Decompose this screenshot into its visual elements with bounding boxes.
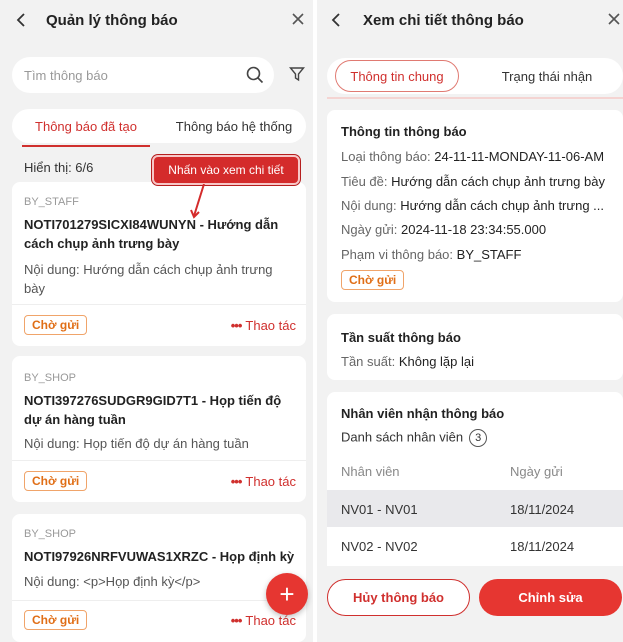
search-input[interactable]: Tìm thông báo (12, 57, 274, 93)
tab-divider (327, 97, 623, 99)
status-badge: Chờ gửi (341, 270, 405, 290)
frequency-heading: Tần suất thông báo (341, 330, 461, 345)
edit-button[interactable]: Chỉnh sửa (479, 579, 622, 616)
info-title-row: Tiêu đề: Hướng dẫn cách chụp ảnh trưng b… (341, 174, 615, 189)
scope-label: Phạm vi thông báo: (341, 247, 454, 262)
action-label: Thao tác (245, 613, 296, 628)
recipients-section: Nhân viên nhận thông báo Danh sách nhân … (327, 392, 623, 452)
scope-value: BY_STAFF (456, 247, 522, 262)
notification-card[interactable]: BY_SHOP NOTI97926NRFVUWAS1XRZC - Họp địn… (12, 514, 306, 642)
card-type: BY_STAFF (24, 196, 79, 208)
card-content: Nội dung: <p>Họp định kỳ</p> (24, 574, 201, 589)
divider (12, 304, 306, 305)
more-dots-icon: ••• (230, 613, 243, 628)
date-label: Ngày gửi: (341, 222, 398, 237)
page-title: Xem chi tiết thông báo (363, 12, 524, 29)
filter-icon[interactable] (289, 66, 305, 82)
type-label: Loại thông báo: (341, 149, 431, 164)
notification-card[interactable]: BY_SHOP NOTI397276SUDGR9GID7T1 - Họp tiế… (12, 356, 306, 502)
card-type: BY_SHOP (24, 372, 76, 384)
notification-detail-panel: Xem chi tiết thông báo Thông tin chung T… (317, 0, 623, 642)
recipient-list-label: Danh sách nhân viên (341, 429, 464, 445)
action-label: Thao tác (245, 474, 296, 489)
table-header: Nhân viên Ngày gửi (327, 452, 623, 492)
date-cell: 18/11/2024 (510, 539, 575, 554)
title-label: Tiêu đề: (341, 174, 388, 189)
info-content-row: Nội dung: Hướng dẫn cách chụp ảnh trưng … (341, 198, 615, 213)
page-title: Quản lý thông báo (46, 12, 178, 29)
recipient-list-label-row: Danh sách nhân viên 3 (341, 429, 615, 447)
card-title[interactable]: NOTI701279SICXI84WUNYN - Hướng dẫn cách … (24, 215, 296, 253)
card-title[interactable]: NOTI397276SUDGR9GID7T1 - Họp tiến độ dự … (24, 391, 296, 429)
table-row[interactable]: NV01 - NV01 18/11/2024 (327, 490, 623, 530)
card-content: Nội dung: Hướng dẫn cách chụp ảnh trưng … (24, 262, 273, 296)
column-header-employee: Nhân viên (341, 464, 400, 479)
action-label: Thao tác (245, 318, 296, 333)
date-value: 2024-11-18 23:34:55.000 (401, 222, 547, 237)
info-heading: Thông tin thông báo (341, 124, 467, 139)
card-content: Nội dung: Họp tiến độ dự án hàng tuần (24, 436, 249, 451)
column-header-date: Ngày gửi (510, 464, 563, 479)
date-cell: 18/11/2024 (510, 502, 575, 517)
cancel-notification-button[interactable]: Hủy thông báo (327, 579, 470, 616)
callout-arrow-icon (190, 184, 205, 219)
notification-card[interactable]: BY_STAFF NOTI701279SICXI84WUNYN - Hướng … (12, 182, 306, 346)
tab-receive-status[interactable]: Trạng thái nhận (477, 60, 617, 92)
frequency-section: Tần suất thông báo Tần suất: Không lặp l… (327, 314, 623, 380)
content-label: Nội dung: (341, 198, 397, 213)
add-notification-button[interactable]: + (266, 573, 308, 615)
info-scope-row: Phạm vi thông báo: BY_STAFF (341, 247, 615, 262)
tab-system-notifications[interactable]: Thông báo hệ thống (164, 109, 304, 143)
right-header: Xem chi tiết thông báo (317, 0, 623, 40)
result-count: Hiển thị: 6/6 (24, 160, 94, 175)
status-badge: Chờ gửi (24, 610, 88, 630)
action-menu-button[interactable]: ••• Thao tác (231, 474, 296, 489)
tooltip-callout: Nhấn vào xem chi tiết (152, 155, 300, 185)
right-tabs: Thông tin chung Trạng thái nhận (327, 58, 623, 94)
notification-manager-panel: Quản lý thông báo Tìm thông báo Thông bá… (0, 0, 313, 642)
divider (12, 460, 306, 461)
divider (12, 600, 306, 601)
close-icon[interactable] (290, 11, 306, 27)
more-dots-icon: ••• (230, 474, 243, 489)
frequency-row: Tần suất: Không lặp lại (341, 354, 615, 369)
card-type: BY_SHOP (24, 528, 76, 540)
table-row[interactable]: NV02 - NV02 18/11/2024 (327, 527, 623, 567)
card-title[interactable]: NOTI97926NRFVUWAS1XRZC - Họp định kỳ (24, 547, 296, 566)
info-date-row: Ngày gửi: 2024-11-18 23:34:55.000 (341, 222, 615, 237)
left-tabs: Thông báo đã tạo Thông báo hệ thống (12, 109, 306, 147)
info-section: Thông tin thông báo Loại thông báo: 24-1… (327, 110, 623, 302)
search-placeholder: Tìm thông báo (24, 68, 108, 83)
tab-created-notifications[interactable]: Thông báo đã tạo (22, 109, 150, 147)
status-badge: Chờ gửi (24, 315, 88, 335)
action-menu-button[interactable]: ••• Thao tác (231, 613, 296, 628)
back-arrow-icon[interactable] (14, 10, 30, 30)
frequency-label: Tần suất: (341, 354, 396, 369)
frequency-value: Không lặp lại (398, 354, 474, 369)
employee-cell: NV01 - NV01 (341, 502, 418, 517)
more-dots-icon: ••• (230, 318, 243, 333)
type-value: 24-11-11-MONDAY-11-06-AM (434, 149, 605, 164)
title-value: Hướng dẫn cách chụp ảnh trưng bày (391, 174, 605, 189)
close-icon[interactable] (606, 11, 622, 27)
action-menu-button[interactable]: ••• Thao tác (231, 318, 296, 333)
back-arrow-icon[interactable] (329, 10, 345, 30)
status-badge: Chờ gửi (24, 471, 88, 491)
info-type-row: Loại thông báo: 24-11-11-MONDAY-11-06-AM (341, 149, 615, 164)
left-header: Quản lý thông báo (0, 0, 313, 40)
search-icon[interactable] (245, 65, 265, 85)
recipient-count-badge: 3 (469, 429, 488, 447)
recipients-heading: Nhân viên nhận thông báo (341, 406, 505, 421)
content-value: Hướng dẫn cách chụp ảnh trưng ... (400, 198, 604, 213)
employee-cell: NV02 - NV02 (341, 539, 418, 554)
tab-general-info[interactable]: Thông tin chung (335, 60, 459, 92)
